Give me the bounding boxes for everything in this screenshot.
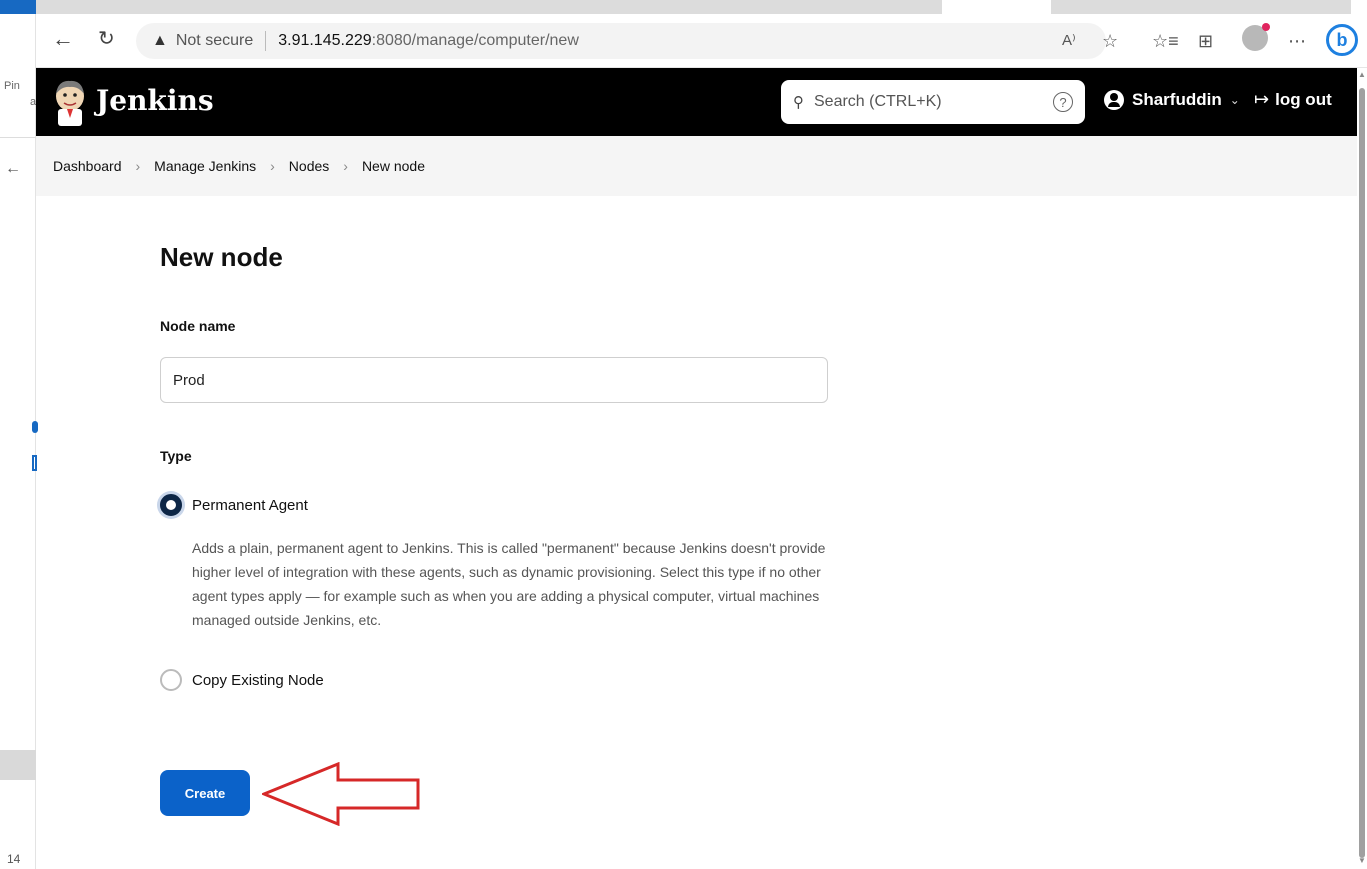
favorite-add-icon[interactable]: ☆ [1102, 32, 1118, 50]
radio-permanent-agent[interactable] [160, 494, 182, 516]
search-icon: ⚲ [793, 94, 804, 111]
url-host: 3.91.145.229 [278, 32, 372, 49]
breadcrumb-manage-jenkins[interactable]: Manage Jenkins [154, 158, 256, 174]
breadcrumb-nodes[interactable]: Nodes [289, 158, 329, 174]
url-path: :8080/manage/computer/new [371, 32, 579, 49]
breadcrumb-chevron-icon: › [270, 158, 275, 174]
bing-copilot-icon[interactable]: b [1326, 24, 1358, 56]
strip-bottom-number: 14 [7, 852, 21, 866]
option-permanent-agent[interactable]: Permanent Agent [160, 494, 308, 516]
address-bar[interactable]: ▲ Not secure 3.91.145.229:8080/manage/co… [136, 23, 1106, 59]
strip-marker-outline [32, 455, 37, 471]
favorites-icon[interactable]: ☆≡ [1152, 32, 1179, 50]
type-label: Type [160, 448, 192, 464]
radio-copy-existing-node[interactable] [160, 669, 182, 691]
user-name[interactable]: Sharfuddin [1132, 90, 1222, 110]
logout-icon: ↦ [1254, 89, 1270, 109]
create-button[interactable]: Create [160, 770, 250, 816]
side-back-icon[interactable]: ← [5, 160, 21, 178]
scroll-down-icon[interactable]: ▼ [1358, 856, 1366, 865]
strip-marker [32, 421, 38, 433]
node-name-label: Node name [160, 318, 236, 334]
jenkins-logo-icon[interactable] [50, 78, 90, 126]
permanent-agent-description: Adds a plain, permanent agent to Jenkins… [192, 540, 826, 628]
logout-link[interactable]: ↦ log out [1254, 89, 1332, 110]
browser-toolbar: ← ↻ ▲ Not secure 3.91.145.229:8080/manag… [36, 14, 1367, 68]
logout-label[interactable]: log out [1275, 90, 1332, 110]
page-title: New node [160, 242, 283, 272]
not-secure-label[interactable]: Not secure [176, 32, 253, 50]
breadcrumb-dashboard[interactable]: Dashboard [53, 158, 122, 174]
breadcrumb-chevron-icon: › [135, 158, 141, 174]
more-menu-icon[interactable]: ⋯ [1288, 32, 1306, 50]
strip-divider [0, 137, 36, 138]
refresh-icon[interactable]: ↻ [98, 28, 115, 50]
option-label[interactable]: Permanent Agent [192, 497, 308, 514]
option-copy-existing-node[interactable]: Copy Existing Node [160, 669, 324, 691]
url-separator [265, 31, 267, 51]
user-icon [1104, 90, 1124, 110]
browser-tab-strip [36, 0, 1367, 14]
browser-tab-active[interactable] [36, 0, 942, 14]
annotation-arrow-icon [262, 762, 420, 826]
left-side-strip: Pin a ← 14 [0, 0, 38, 869]
strip-accent [0, 0, 36, 14]
read-aloud-icon[interactable]: A⁾ [1062, 32, 1076, 50]
scroll-up-icon[interactable]: ▲ [1358, 70, 1366, 79]
breadcrumb-new-node[interactable]: New node [362, 158, 425, 174]
search-input[interactable] [814, 93, 1014, 111]
collections-icon[interactable]: ⊞ [1198, 32, 1213, 50]
help-icon[interactable]: ? [1053, 92, 1073, 112]
option-label[interactable]: Copy Existing Node [192, 672, 324, 689]
warning-icon[interactable]: ▲ [152, 32, 168, 50]
jenkins-title[interactable]: Jenkins [96, 84, 214, 117]
breadcrumb: Dashboard › Manage Jenkins › Nodes › New… [36, 136, 1367, 196]
profile-avatar-icon[interactable] [1242, 23, 1270, 51]
pin-label: Pin [4, 80, 20, 92]
strip-gray-bar [0, 750, 36, 780]
user-menu[interactable]: Sharfuddin ⌄ [1104, 90, 1240, 110]
node-name-input[interactable] [160, 357, 828, 403]
browser-tab[interactable] [1051, 0, 1351, 14]
breadcrumb-chevron-icon: › [343, 158, 348, 174]
scrollbar-thumb[interactable] [1359, 88, 1365, 858]
page-scrollbar[interactable]: ▲ ▼ [1357, 68, 1367, 869]
jenkins-header: Jenkins ⚲ ? Sharfuddin ⌄ ↦ log out [36, 68, 1367, 136]
back-arrow-icon[interactable]: ← [52, 28, 74, 50]
search-box[interactable]: ⚲ ? [781, 80, 1085, 124]
chevron-down-icon[interactable]: ⌄ [1230, 93, 1240, 107]
